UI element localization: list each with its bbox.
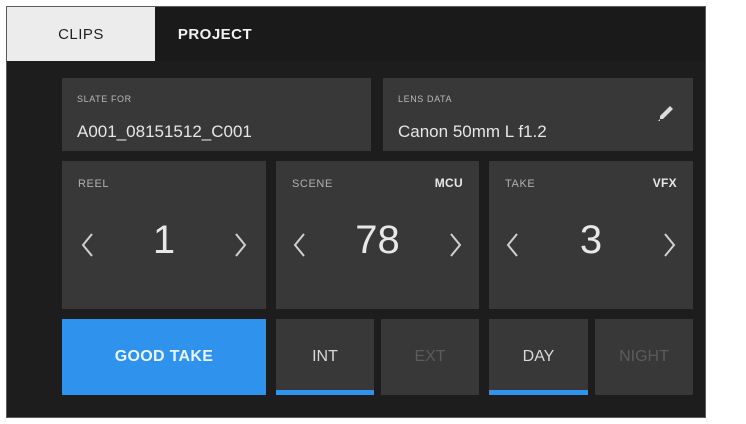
- scene-increment-chevron-right-icon[interactable]: [447, 231, 463, 259]
- take-label: TAKE: [505, 178, 536, 190]
- int-label: INT: [312, 348, 338, 365]
- lens-data-value: Canon 50mm L f1.2: [398, 122, 547, 141]
- take-counter: TAKE VFX 3: [489, 161, 693, 309]
- tab-bar: CLIPS PROJECT: [7, 7, 705, 61]
- day-button[interactable]: DAY: [489, 319, 588, 395]
- int-button[interactable]: INT: [276, 319, 374, 395]
- slate-for-label: SLATE FOR: [77, 94, 132, 104]
- int-selected-indicator: [276, 390, 374, 395]
- day-selected-indicator: [489, 390, 588, 395]
- slate-for-value: A001_08151512_C001: [77, 122, 252, 141]
- good-take-button[interactable]: GOOD TAKE: [62, 319, 266, 395]
- reel-counter: REEL 1: [62, 161, 266, 309]
- lens-data-field[interactable]: LENS DATA Canon 50mm L f1.2: [383, 78, 693, 151]
- slate-screen: CLIPS PROJECT SLATE FOR A001_08151512_C0…: [6, 6, 706, 418]
- slate-for-field[interactable]: SLATE FOR A001_08151512_C001: [62, 78, 371, 151]
- reel-increment-chevron-right-icon[interactable]: [232, 231, 248, 259]
- scene-label: SCENE: [292, 178, 333, 190]
- day-label: DAY: [522, 348, 555, 365]
- pencil-icon[interactable]: [655, 102, 677, 124]
- scene-counter: SCENE MCU 78: [276, 161, 479, 309]
- ext-button[interactable]: EXT: [381, 319, 479, 395]
- take-increment-chevron-right-icon[interactable]: [661, 231, 677, 259]
- scene-tag[interactable]: MCU: [435, 176, 463, 190]
- night-button[interactable]: NIGHT: [595, 319, 693, 395]
- tab-project[interactable]: PROJECT: [155, 7, 275, 61]
- reel-label: REEL: [78, 178, 110, 190]
- tab-clips[interactable]: CLIPS: [7, 7, 155, 61]
- lens-data-label: LENS DATA: [398, 94, 453, 104]
- take-tag[interactable]: VFX: [653, 176, 677, 190]
